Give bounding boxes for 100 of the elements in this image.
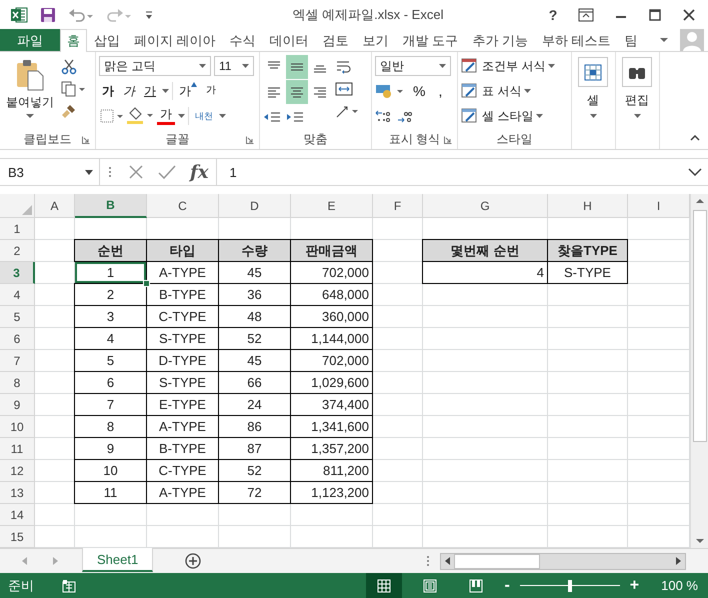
formula-field[interactable]: 1 <box>225 164 680 180</box>
cancel-icon[interactable] <box>128 164 144 180</box>
ribbon-tab[interactable]: 삽입 <box>87 29 127 52</box>
merge-cells-icon[interactable] <box>335 81 353 98</box>
row-header[interactable]: 12 <box>0 460 35 482</box>
scroll-down-icon[interactable] <box>694 538 704 544</box>
help-button[interactable]: ? <box>542 6 564 23</box>
dialog-launcher-icon[interactable] <box>82 136 90 144</box>
collapse-ribbon-icon[interactable] <box>690 135 700 142</box>
caret-icon[interactable] <box>660 37 668 44</box>
row-header[interactable]: 9 <box>0 394 35 416</box>
ribbon-tab[interactable]: 팀 <box>618 29 644 52</box>
increase-indent-icon[interactable] <box>286 110 304 124</box>
undo-icon[interactable] <box>68 6 94 23</box>
phonetic-button[interactable]: 내천 <box>192 107 216 126</box>
row-header[interactable]: 8 <box>0 372 35 394</box>
scroll-right-icon[interactable] <box>675 557 681 566</box>
row-header[interactable]: 15 <box>0 526 35 548</box>
font-color-button[interactable]: 가 <box>157 107 175 126</box>
scissors-icon[interactable] <box>61 59 77 76</box>
scroll-up-icon[interactable] <box>694 198 704 204</box>
save-icon[interactable] <box>40 6 56 23</box>
currency-icon[interactable] <box>375 83 405 100</box>
copy-icon[interactable] <box>61 81 85 98</box>
editing-button[interactable]: 편집 <box>619 55 655 118</box>
zoom-slider[interactable] <box>520 580 620 592</box>
row-header[interactable]: 5 <box>0 306 35 328</box>
align-center-button[interactable] <box>286 80 308 104</box>
file-tab[interactable]: 파일 <box>0 29 60 52</box>
expand-caret-icon[interactable] <box>688 168 702 176</box>
macro-record-icon[interactable] <box>62 578 76 592</box>
name-box[interactable]: B3 <box>0 159 100 186</box>
italic-button[interactable]: 가 <box>120 82 138 100</box>
grow-font-button[interactable]: 가 <box>176 82 200 100</box>
paste-button[interactable]: 붙여넣기 <box>3 55 57 130</box>
row-header[interactable]: 13 <box>0 482 35 504</box>
caret-icon[interactable] <box>162 89 169 94</box>
borders-icon[interactable] <box>99 108 123 124</box>
bold-button[interactable]: 가 <box>99 82 117 100</box>
row-header[interactable]: 6 <box>0 328 35 350</box>
dialog-launcher-icon[interactable] <box>444 136 452 144</box>
caret-icon[interactable] <box>178 114 185 118</box>
add-sheet-icon[interactable] <box>185 553 202 570</box>
enter-check-icon[interactable] <box>158 164 176 180</box>
cells-button[interactable]: 셀 <box>575 55 611 118</box>
ribbon-tab[interactable]: 개발 도구 <box>396 29 466 52</box>
column-header[interactable]: I <box>628 194 690 218</box>
ribbon-tab[interactable]: 검토 <box>316 29 356 52</box>
caret-icon[interactable] <box>219 114 226 118</box>
comma-button[interactable]: , <box>433 82 448 100</box>
style-button[interactable]: 표 서식 <box>461 80 568 102</box>
align-middle-button[interactable] <box>286 55 308 80</box>
drag-handle-icon[interactable] <box>108 166 112 178</box>
number-format-field[interactable]: 일반 <box>375 56 451 76</box>
ribbon-tab[interactable]: 데이터 <box>262 29 316 52</box>
ribbon-tab[interactable]: 페이지 레이아 <box>127 29 223 52</box>
dialog-launcher-icon[interactable] <box>246 136 254 144</box>
format-painter-icon[interactable] <box>61 103 77 120</box>
sheet-tab[interactable]: Sheet1 <box>82 548 154 572</box>
scroll-left-icon[interactable] <box>445 557 451 566</box>
vertical-scrollbar[interactable] <box>690 194 708 548</box>
column-header[interactable]: C <box>147 194 219 218</box>
row-header[interactable]: 10 <box>0 416 35 438</box>
ribbon-tab[interactable]: 홈 <box>60 29 87 52</box>
maximize-icon[interactable] <box>648 8 662 22</box>
ribbon-display-icon[interactable] <box>578 8 594 22</box>
shrink-font-button[interactable]: 가 <box>203 82 219 100</box>
font-size-field[interactable]: 11 <box>214 56 254 76</box>
row-header[interactable]: 3 <box>0 262 35 284</box>
column-header[interactable]: B <box>75 194 147 218</box>
row-header[interactable]: 7 <box>0 350 35 372</box>
insert-function-button[interactable]: fx <box>190 162 208 183</box>
column-header[interactable]: E <box>291 194 373 218</box>
row-header[interactable]: 14 <box>0 504 35 526</box>
percent-button[interactable]: % <box>408 82 430 100</box>
decrease-indent-icon[interactable] <box>263 110 281 124</box>
normal-view-button[interactable] <box>366 573 402 598</box>
zoom-out-button[interactable]: - <box>504 576 510 594</box>
increase-decimal-icon[interactable] <box>375 108 393 124</box>
row-header[interactable]: 4 <box>0 284 35 306</box>
row-header[interactable]: 1 <box>0 218 35 240</box>
ribbon-tab[interactable]: 수식 <box>222 29 263 52</box>
row-header[interactable]: 2 <box>0 240 35 262</box>
splitter-icon[interactable] <box>426 555 430 568</box>
style-button[interactable]: 셀 스타일 <box>461 105 568 128</box>
fill-handle[interactable] <box>143 280 150 288</box>
column-header[interactable]: A <box>35 194 75 218</box>
underline-button[interactable]: 가 <box>141 82 159 100</box>
horizontal-scrollbar[interactable] <box>440 552 686 570</box>
wrap-text-icon[interactable] <box>335 59 353 76</box>
font-name-field[interactable]: 맑은 고딕 <box>99 56 211 76</box>
column-header[interactable]: H <box>548 194 628 218</box>
ribbon-tab[interactable]: 부하 테스트 <box>534 29 618 52</box>
column-header[interactable]: G <box>423 194 548 218</box>
row-header[interactable]: 11 <box>0 438 35 460</box>
customize-caret-icon[interactable] <box>144 8 154 21</box>
fill-color-icon[interactable] <box>126 107 154 126</box>
column-header[interactable]: F <box>373 194 423 218</box>
style-button[interactable]: 조건부 서식 <box>461 55 568 78</box>
zoom-in-button[interactable]: + <box>630 576 640 594</box>
